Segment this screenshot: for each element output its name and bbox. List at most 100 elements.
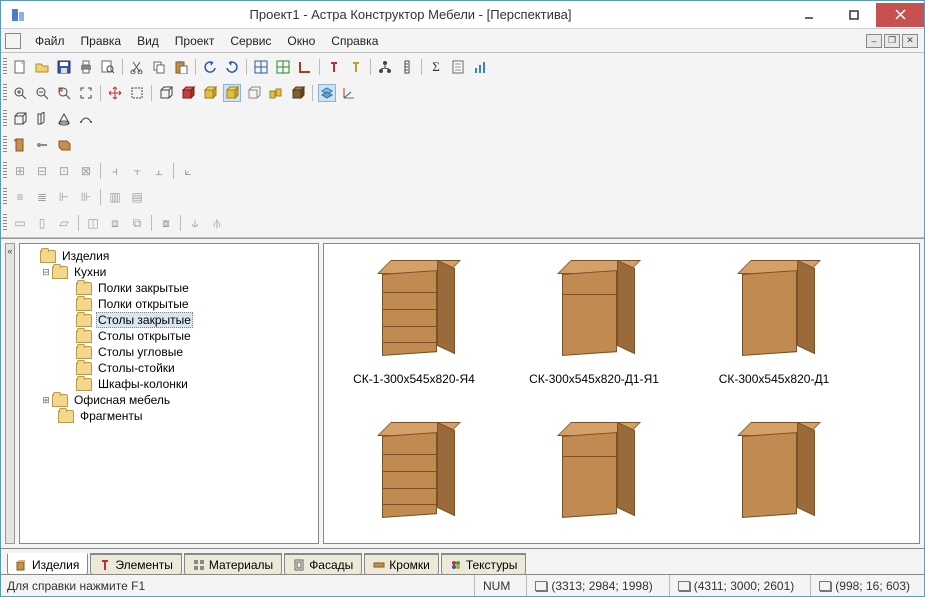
open-file-icon[interactable] bbox=[33, 58, 51, 76]
copy-icon[interactable] bbox=[150, 58, 168, 76]
undo-icon[interactable] bbox=[201, 58, 219, 76]
collapse-handle[interactable]: « bbox=[5, 243, 15, 544]
tab-edges[interactable]: Кромки bbox=[364, 553, 439, 575]
maximize-button[interactable] bbox=[831, 3, 876, 27]
new-file-icon[interactable] bbox=[11, 58, 29, 76]
report-icon[interactable] bbox=[449, 58, 467, 76]
zoom-region-icon[interactable] bbox=[55, 84, 73, 102]
tab-textures[interactable]: Текстуры bbox=[441, 553, 527, 575]
print-preview-icon[interactable] bbox=[99, 58, 117, 76]
screw-red-icon[interactable] bbox=[325, 58, 343, 76]
expand-icon[interactable]: ⊞ bbox=[40, 394, 52, 406]
shape-cube-icon[interactable] bbox=[11, 110, 29, 128]
box-yellow-sel-icon[interactable] bbox=[223, 84, 241, 102]
toolbar-row-5: ⊞ ⊟ ⊡ ⊠ ⫞ ⫟ ⫠ ⟀ bbox=[3, 159, 922, 183]
collapse-icon[interactable]: ⊟ bbox=[40, 266, 52, 278]
corner-icon[interactable] bbox=[296, 58, 314, 76]
gallery-item[interactable] bbox=[684, 416, 864, 534]
ruler-v-icon[interactable] bbox=[398, 58, 416, 76]
box-dark-icon[interactable] bbox=[289, 84, 307, 102]
menu-edit[interactable]: Правка bbox=[73, 34, 130, 48]
menu-file[interactable]: Файл bbox=[27, 34, 73, 48]
box-yellow-icon[interactable] bbox=[201, 84, 219, 102]
hierarchy-icon[interactable] bbox=[376, 58, 394, 76]
gallery-item[interactable]: СК-300х545х820-Д1 bbox=[684, 254, 864, 386]
tree-item-selected[interactable]: Столы закрытые bbox=[22, 312, 316, 328]
box-wire-icon[interactable] bbox=[157, 84, 175, 102]
tree-item[interactable]: Полки открытые bbox=[22, 296, 316, 312]
gallery-item[interactable]: СК-300х545х820-Д1-Я1 bbox=[504, 254, 684, 386]
tab-products[interactable]: Изделия bbox=[7, 553, 88, 575]
mdi-restore-button[interactable]: ❐ bbox=[884, 34, 900, 48]
zoom-in-icon[interactable] bbox=[11, 84, 29, 102]
sigma-icon[interactable]: Σ bbox=[427, 58, 445, 76]
gallery-panel[interactable]: СК-1-300х545х820-Я4 СК-300х545х820-Д1-Я1… bbox=[323, 243, 920, 544]
tree-fragments[interactable]: Фрагменты bbox=[22, 408, 316, 424]
menu-help[interactable]: Справка bbox=[323, 34, 386, 48]
menu-service[interactable]: Сервис bbox=[222, 34, 279, 48]
tab-facades[interactable]: Фасады bbox=[284, 553, 362, 575]
tree-office[interactable]: ⊞Офисная мебель bbox=[22, 392, 316, 408]
toolbar-grip[interactable] bbox=[3, 58, 7, 76]
zoom-fit-icon[interactable] bbox=[77, 84, 95, 102]
mdi-minimize-button[interactable]: ‒ bbox=[866, 34, 882, 48]
menu-window[interactable]: Окно bbox=[279, 34, 323, 48]
toolbar-grip[interactable] bbox=[3, 110, 7, 128]
select-rect-icon[interactable] bbox=[128, 84, 146, 102]
shape-panel-icon[interactable] bbox=[33, 110, 51, 128]
tree-item[interactable]: Столы открытые bbox=[22, 328, 316, 344]
shape-path-icon[interactable] bbox=[77, 110, 95, 128]
toolbar-grip[interactable] bbox=[3, 162, 7, 180]
align-1-icon: ⊞ bbox=[11, 162, 29, 180]
tree-item[interactable]: Столы-стойки bbox=[22, 360, 316, 376]
gallery-item[interactable] bbox=[504, 416, 684, 534]
toolbar-row-4 bbox=[3, 133, 922, 157]
save-icon[interactable] bbox=[55, 58, 73, 76]
grid-green-icon[interactable] bbox=[274, 58, 292, 76]
gallery-item[interactable]: СК-1-300х545х820-Я4 bbox=[324, 254, 504, 386]
tree-kitchens[interactable]: ⊟Кухни bbox=[22, 264, 316, 280]
box-open-icon[interactable] bbox=[245, 84, 263, 102]
print-icon[interactable] bbox=[77, 58, 95, 76]
tree-item[interactable]: Столы угловые bbox=[22, 344, 316, 360]
move-icon[interactable] bbox=[106, 84, 124, 102]
menu-project[interactable]: Проект bbox=[167, 34, 223, 48]
menu-view[interactable]: Вид bbox=[129, 34, 167, 48]
mdi-close-button[interactable]: ✕ bbox=[902, 34, 918, 48]
cut-icon[interactable] bbox=[128, 58, 146, 76]
align-7-icon: ⫠ bbox=[150, 162, 168, 180]
hardware-icon[interactable] bbox=[33, 136, 51, 154]
close-button[interactable] bbox=[876, 3, 924, 27]
align-5-icon: ⫞ bbox=[106, 162, 124, 180]
box-pair-icon[interactable] bbox=[267, 84, 285, 102]
panel-brown-icon[interactable] bbox=[55, 136, 73, 154]
door-icon[interactable] bbox=[11, 136, 29, 154]
minimize-button[interactable] bbox=[786, 3, 831, 27]
gallery-item[interactable] bbox=[324, 416, 504, 534]
status-bar: Для справки нажмите F1 NUM (3313; 2984; … bbox=[1, 574, 924, 596]
axis-icon[interactable] bbox=[340, 84, 358, 102]
toolbar-grip[interactable] bbox=[3, 84, 7, 102]
toolbar-grip[interactable] bbox=[3, 188, 7, 206]
tree-root[interactable]: Изделия bbox=[22, 248, 316, 264]
screw-yellow-icon[interactable] bbox=[347, 58, 365, 76]
toolbar-grip[interactable] bbox=[3, 214, 7, 232]
dist-5-icon: ▥ bbox=[106, 188, 124, 206]
redo-icon[interactable] bbox=[223, 58, 241, 76]
shape-cone-icon[interactable] bbox=[55, 110, 73, 128]
mdi-system-icon[interactable] bbox=[5, 33, 21, 49]
grid-blue-icon[interactable] bbox=[252, 58, 270, 76]
tab-materials[interactable]: Материалы bbox=[184, 553, 282, 575]
dist-1-icon: ≡ bbox=[11, 188, 29, 206]
layers-icon[interactable] bbox=[318, 84, 336, 102]
box-red-icon[interactable] bbox=[179, 84, 197, 102]
tree-item[interactable]: Полки закрытые bbox=[22, 280, 316, 296]
toolbar-grip[interactable] bbox=[3, 136, 7, 154]
paste-icon[interactable] bbox=[172, 58, 190, 76]
tab-elements[interactable]: Элементы bbox=[90, 553, 182, 575]
tree-item[interactable]: Шкафы-колонки bbox=[22, 376, 316, 392]
chart-icon[interactable] bbox=[471, 58, 489, 76]
tree-panel[interactable]: Изделия ⊟Кухни Полки закрытые Полки откр… bbox=[19, 243, 319, 544]
zoom-out-icon[interactable] bbox=[33, 84, 51, 102]
cabinet-thumb-door bbox=[724, 416, 824, 526]
